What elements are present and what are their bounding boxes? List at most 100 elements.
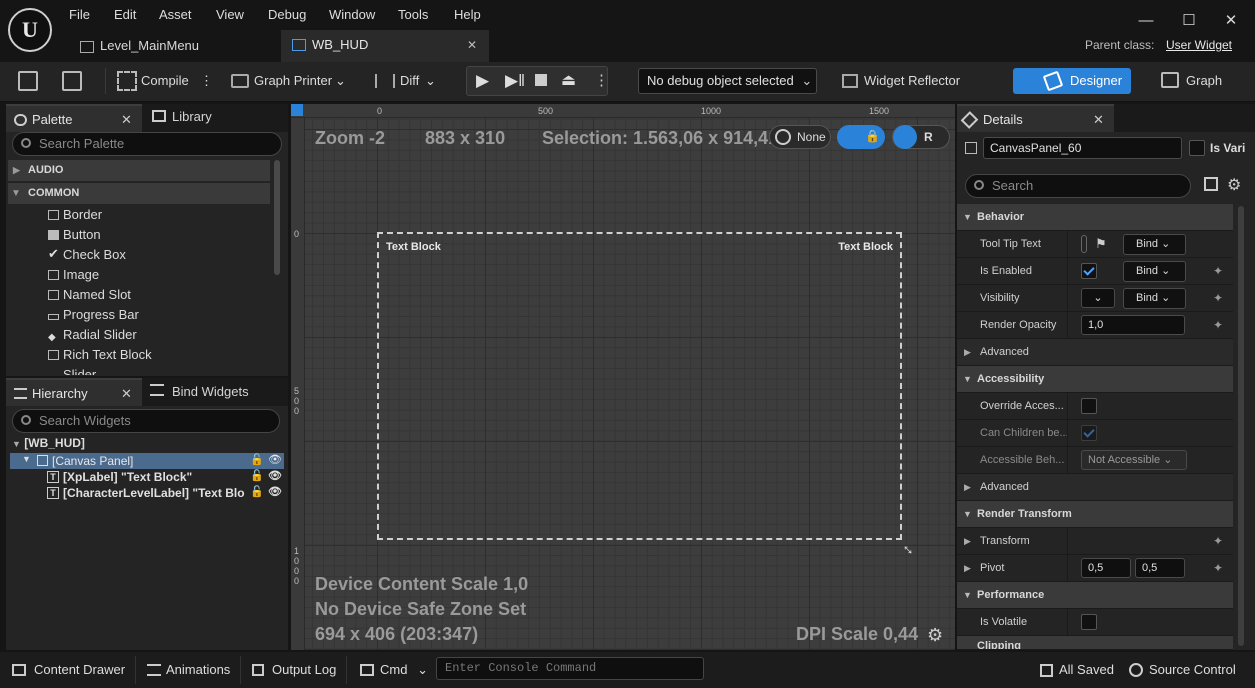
lock-icon[interactable]: 🔓	[250, 469, 264, 482]
expand-icon[interactable]: ▶	[964, 563, 971, 574]
debug-object-select[interactable]: No debug object selected ⌄	[638, 68, 817, 94]
widget-name-field[interactable]: CanvasPanel_60	[983, 137, 1182, 159]
menu-edit[interactable]: Edit	[114, 7, 136, 22]
chevron-down-icon[interactable]: ⌄	[335, 73, 346, 89]
all-saved-status[interactable]: All Saved	[1037, 659, 1114, 681]
designer-mode-button[interactable]: Designer	[1013, 68, 1131, 94]
menu-debug[interactable]: Debug	[268, 7, 306, 22]
pivot-x-input[interactable]: 0,5	[1081, 558, 1131, 578]
hierarchy-item-characterlevellabel[interactable]: T [CharacterLevelLabel] "Text Blo 🔓 👁	[46, 485, 284, 501]
bind-button[interactable]: Bind ⌄	[1123, 234, 1186, 255]
maximize-icon[interactable]: ☐	[1178, 10, 1200, 32]
tab-palette[interactable]: Palette ✕	[6, 104, 142, 132]
palette-item-slider[interactable]: Slider	[48, 365, 268, 375]
section-render-transform[interactable]: ▼ Render Transform	[957, 501, 1233, 528]
lock-icon[interactable]: 🔓	[250, 453, 264, 466]
browse-icon[interactable]	[62, 71, 82, 91]
row-transform[interactable]: ▶ Transform ✦	[957, 528, 1233, 555]
keyframe-icon[interactable]: ✦	[1213, 318, 1227, 332]
respect-locks-toggle[interactable]: R	[892, 125, 950, 149]
stop-icon[interactable]	[535, 74, 547, 86]
visibility-eye-icon[interactable]: 👁	[268, 453, 282, 466]
text-block-xplabel[interactable]: Text Block	[386, 241, 441, 253]
menu-asset[interactable]: Asset	[159, 7, 192, 22]
keyframe-icon[interactable]: ✦	[1213, 291, 1227, 305]
close-icon[interactable]: ✕	[121, 106, 132, 134]
palette-item-button[interactable]: Button	[48, 225, 268, 245]
section-performance[interactable]: ▼ Performance	[957, 582, 1233, 609]
render-opacity-input[interactable]: 1,0	[1081, 315, 1185, 335]
tab-library[interactable]: Library	[172, 109, 212, 124]
play-icon[interactable]: ▶	[476, 71, 489, 91]
palette-search-input[interactable]: Search Palette	[12, 132, 282, 156]
tab-details[interactable]: Details ✕	[957, 104, 1114, 132]
play-options-icon[interactable]: ⋮	[594, 71, 609, 89]
chevron-down-icon[interactable]: ⌄	[425, 73, 436, 89]
tab-level-mainmenu[interactable]: Level_MainMenu	[70, 32, 280, 60]
cmd-dropdown[interactable]: Cmd ⌄	[358, 659, 428, 681]
visibility-dropdown[interactable]: ⌄	[1081, 288, 1115, 308]
hierarchy-root[interactable]: ▼ [WB_HUD]	[12, 436, 282, 452]
palette-item-border[interactable]: Border	[48, 205, 268, 225]
step-icon[interactable]: ▶‖	[505, 71, 525, 91]
compile-icon[interactable]	[117, 71, 137, 91]
close-window-icon[interactable]: ✕	[1220, 10, 1242, 32]
dpi-settings-icon[interactable]: ⚙	[927, 625, 943, 646]
graph-mode-button[interactable]: Graph	[1186, 73, 1222, 88]
parent-class-link[interactable]: User Widget	[1166, 38, 1232, 52]
hierarchy-canvas-panel[interactable]: ▼ [Canvas Panel] 🔓 👁	[10, 453, 284, 469]
details-search-input[interactable]: Search	[965, 174, 1191, 198]
tab-bind-widgets[interactable]: Bind Widgets	[172, 384, 249, 399]
menu-window[interactable]: Window	[329, 7, 375, 22]
palette-item-image[interactable]: Image	[48, 265, 268, 285]
animations-button[interactable]: Animations	[144, 659, 230, 681]
palette-item-named-slot[interactable]: Named Slot	[48, 285, 268, 305]
diff-button[interactable]: Diff	[400, 73, 419, 88]
tab-wb-hud[interactable]: WB_HUD ✕	[281, 30, 489, 62]
output-log-button[interactable]: Output Log	[251, 659, 336, 681]
close-icon[interactable]: ✕	[121, 380, 132, 408]
keyframe-icon[interactable]: ✦	[1213, 264, 1227, 278]
menu-tools[interactable]: Tools	[398, 7, 428, 22]
palette-item-rich-text-block[interactable]: Rich Text Block	[48, 345, 268, 365]
row-advanced-accessibility[interactable]: ▶ Advanced	[957, 474, 1233, 501]
palette-category-common[interactable]: ▼ COMMON	[8, 183, 270, 204]
close-icon[interactable]: ✕	[1093, 106, 1104, 134]
text-block-characterlevel[interactable]: Text Block	[838, 241, 893, 253]
is-enabled-checkbox[interactable]	[1081, 263, 1097, 279]
graph-printer-button[interactable]: Graph Printer	[254, 73, 332, 88]
palette-item-checkbox[interactable]: ✔ Check Box	[48, 245, 268, 265]
compile-options-icon[interactable]: ⋮	[200, 73, 213, 89]
palette-item-progress-bar[interactable]: Progress Bar	[48, 305, 268, 325]
widget-reflector-button[interactable]: Widget Reflector	[864, 73, 960, 88]
hierarchy-item-xplabel[interactable]: T [XpLabel] "Text Block" 🔓 👁	[46, 469, 284, 485]
save-icon[interactable]	[18, 71, 38, 91]
settings-gear-icon[interactable]: ⚙	[1227, 175, 1241, 195]
tab-hierarchy[interactable]: Hierarchy ✕	[6, 378, 142, 406]
widget-bounds[interactable]: Text Block Text Block	[377, 232, 902, 540]
section-accessibility[interactable]: ▼ Accessibility	[957, 366, 1233, 393]
localization-preview-button[interactable]: None	[769, 125, 831, 149]
menu-view[interactable]: View	[216, 7, 244, 22]
pivot-y-input[interactable]: 0,5	[1135, 558, 1185, 578]
menu-file[interactable]: File	[69, 7, 90, 22]
accessible-behavior-dropdown[interactable]: Not Accessible ⌄	[1081, 450, 1187, 470]
unreal-logo-icon[interactable]: U	[8, 8, 52, 52]
lock-icon[interactable]: 🔓	[250, 485, 264, 498]
override-accessible-checkbox[interactable]	[1081, 398, 1097, 414]
text-field-stub[interactable]	[1081, 235, 1087, 253]
compile-button[interactable]: Compile	[141, 73, 189, 88]
source-control-button[interactable]: Source Control	[1127, 659, 1236, 681]
hierarchy-search-input[interactable]: Search Widgets	[12, 409, 280, 433]
minimize-icon[interactable]: —	[1135, 10, 1157, 32]
visibility-eye-icon[interactable]: 👁	[268, 469, 282, 482]
menu-help[interactable]: Help	[454, 7, 481, 22]
content-drawer-button[interactable]: Content Drawer	[12, 659, 125, 681]
table-view-icon[interactable]	[1204, 177, 1218, 191]
designer-canvas[interactable]: 0 500 1000 1500 0 5 0 0 1 0 0 0 Zoom -2 …	[291, 104, 955, 650]
palette-category-audio[interactable]: ▶ AUDIO	[8, 160, 270, 181]
close-tab-icon[interactable]: ✕	[467, 30, 477, 60]
section-clipping[interactable]: Clipping	[957, 636, 1233, 650]
section-behavior[interactable]: ▼ Behavior	[957, 204, 1233, 231]
bind-button[interactable]: Bind ⌄	[1123, 261, 1186, 282]
